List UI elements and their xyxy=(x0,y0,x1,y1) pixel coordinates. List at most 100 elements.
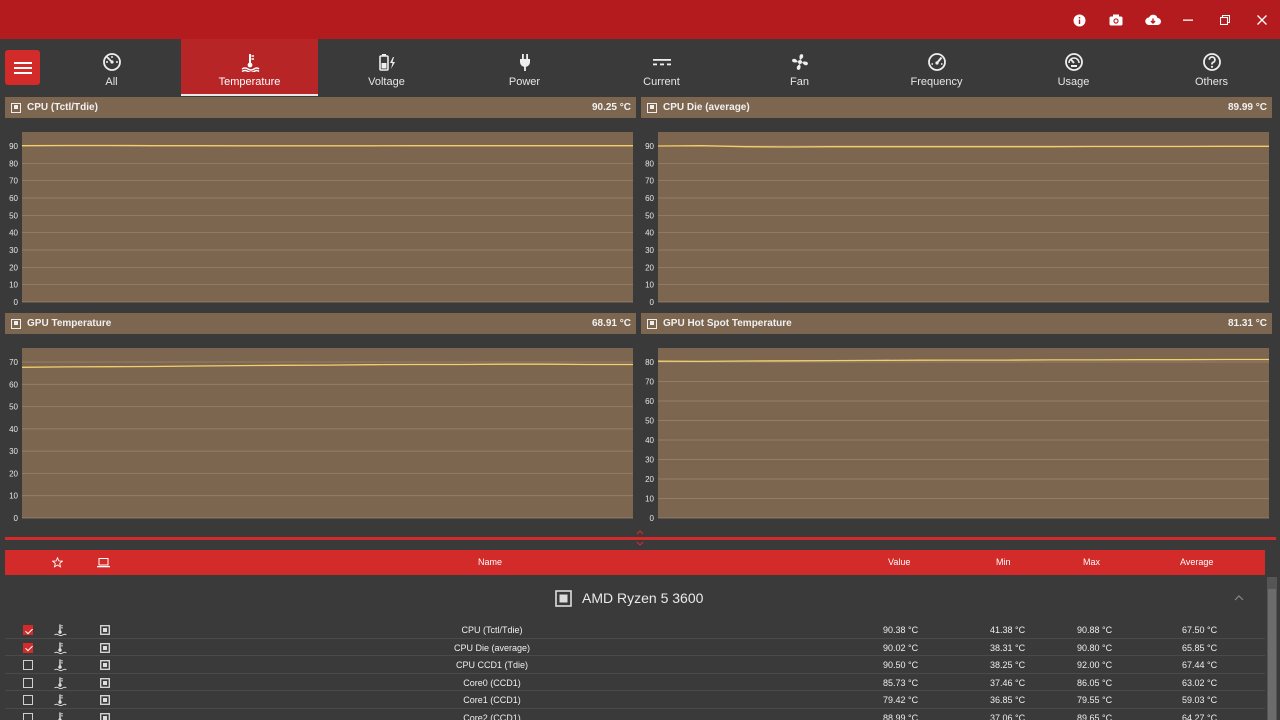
tab-label: All xyxy=(105,76,118,88)
tab-frequency[interactable]: Frequency xyxy=(868,39,1005,96)
sensor-average: 65.85 °C xyxy=(1182,642,1218,653)
plot-area xyxy=(22,132,633,302)
tab-current[interactable]: Current xyxy=(593,39,730,96)
y-tick-label: 50 xyxy=(9,403,18,412)
close-icon xyxy=(1257,15,1267,25)
chart-header: GPU Temperature 68.91 °C xyxy=(5,313,636,334)
y-tick-label: 20 xyxy=(9,263,18,272)
sensor-value: 90.02 °C xyxy=(883,642,919,653)
chip-icon xyxy=(11,102,21,113)
chart-cpu-die: CPU Die (average) 89.99 °C 0 10 20 30 40 50 60… xyxy=(641,97,1272,312)
chart-current-value: 68.91 °C xyxy=(591,318,631,329)
restore-button[interactable] xyxy=(1214,9,1236,31)
column-value[interactable]: Value xyxy=(888,557,910,567)
resize-handle-icon[interactable] xyxy=(636,529,644,547)
sensor-max: 90.88 °C xyxy=(1077,625,1113,635)
sensor-min: 36.85 °C xyxy=(990,695,1026,706)
sensor-value: 79.42 °C xyxy=(883,695,919,706)
chip-icon xyxy=(647,318,657,329)
y-tick-label: 80 xyxy=(645,159,654,168)
plot-area xyxy=(658,348,1269,518)
table-row[interactable]: Core1 (CCD1) 79.42 °C 36.85 °C 79.55 °C 59.0… xyxy=(5,691,1265,709)
y-tick-label: 40 xyxy=(645,436,654,445)
chart-header: GPU Hot Spot Temperature 81.31 °C xyxy=(641,313,1272,334)
sensor-value: 85.73 °C xyxy=(883,677,919,688)
chip-icon xyxy=(11,318,21,329)
tab-fan[interactable]: Fan xyxy=(731,39,868,96)
thermometer-icon xyxy=(240,52,260,72)
sensor-name: CPU Die (average) xyxy=(453,642,531,653)
title-bar xyxy=(0,0,1280,39)
screenshot-button[interactable] xyxy=(1105,9,1127,31)
sensor-average: 59.03 °C xyxy=(1182,695,1218,706)
info-icon xyxy=(1073,14,1085,26)
y-tick-label: 70 xyxy=(645,378,654,387)
y-tick-label: 60 xyxy=(645,194,654,203)
y-tick-label: 50 xyxy=(645,211,654,220)
sensor-value: 88.99 °C xyxy=(883,713,919,720)
sensor-name: Core2 (CCD1) xyxy=(463,713,521,720)
chart-plot: 0 10 20 30 40 50 60 70 80 xyxy=(645,348,1269,523)
current-icon xyxy=(652,52,672,72)
scrollbar-thumb[interactable] xyxy=(1268,589,1276,720)
sensor-value: 90.38 °C xyxy=(883,625,919,635)
y-tick-label: 0 xyxy=(14,298,19,307)
tab-label: Temperature xyxy=(218,76,281,88)
tab-power[interactable]: Power xyxy=(456,39,593,96)
device-group-header[interactable]: AMD Ryzen 5 3600 xyxy=(5,580,1265,618)
y-tick-label: 40 xyxy=(645,229,654,238)
sensor-min: 38.25 °C xyxy=(990,660,1026,671)
y-tick-label: 60 xyxy=(9,380,18,389)
table-scrollbar[interactable] xyxy=(1267,577,1277,720)
restore-icon xyxy=(1220,15,1230,25)
star-icon[interactable] xyxy=(52,557,63,568)
plug-icon xyxy=(515,52,535,72)
chart-gpu-hotspot: GPU Hot Spot Temperature 81.31 °C 0 10 20 3… xyxy=(641,313,1272,528)
column-max[interactable]: Max xyxy=(1083,557,1100,567)
minimize-button[interactable] xyxy=(1177,9,1199,31)
y-tick-label: 20 xyxy=(645,263,654,272)
table-row[interactable]: Core0 (CCD1) 85.73 °C 37.46 °C 86.05 °C 63.0… xyxy=(5,674,1265,692)
sensor-average: 63.02 °C xyxy=(1182,677,1218,688)
battery-bolt-icon xyxy=(377,52,397,72)
chip-icon xyxy=(647,102,657,113)
tab-temperature[interactable]: Temperature xyxy=(181,39,318,96)
table-row[interactable]: CPU (Tctl/Tdie) 90.38 °C 41.38 °C 90.88 °C 6… xyxy=(5,621,1265,639)
laptop-icon[interactable] xyxy=(97,558,110,568)
gauge-icon xyxy=(927,52,947,72)
y-tick-label: 10 xyxy=(9,281,18,290)
sensor-min: 37.06 °C xyxy=(990,713,1026,720)
collapse-chevron-icon[interactable] xyxy=(1234,595,1244,601)
info-button[interactable] xyxy=(1068,9,1090,31)
table-row[interactable]: CPU Die (average) 90.02 °C 38.31 °C 90.80 °… xyxy=(5,639,1265,657)
y-tick-label: 90 xyxy=(9,142,18,151)
y-tick-label: 50 xyxy=(645,417,654,426)
tab-usage[interactable]: Usage xyxy=(1005,39,1142,96)
hamburger-menu-button[interactable] xyxy=(5,50,40,85)
cloud-download-button[interactable] xyxy=(1142,9,1164,31)
chart-header: CPU Die (average) 89.99 °C xyxy=(641,97,1272,118)
plot-area xyxy=(658,132,1269,302)
question-icon xyxy=(1202,52,1222,72)
y-tick-label: 10 xyxy=(645,495,654,504)
sensor-min: 38.31 °C xyxy=(990,642,1026,653)
column-min[interactable]: Min xyxy=(996,557,1011,567)
minimize-icon xyxy=(1183,19,1193,21)
camera-icon xyxy=(1109,14,1123,26)
y-tick-label: 70 xyxy=(9,177,18,186)
chart-plot: 0 10 20 30 40 50 60 70 xyxy=(9,348,633,523)
y-tick-label: 0 xyxy=(14,514,19,523)
chart-current-value: 90.25 °C xyxy=(591,102,631,113)
y-tick-label: 80 xyxy=(9,159,18,168)
chart-plot: 0 10 20 30 40 50 60 70 80 90 xyxy=(645,132,1269,307)
column-average[interactable]: Average xyxy=(1180,557,1213,567)
tab-others[interactable]: Others xyxy=(1143,39,1280,96)
column-name[interactable]: Name xyxy=(478,557,502,567)
table-row[interactable]: Core2 (CCD1) 88.99 °C 37.06 °C 89.65 °C 64.2… xyxy=(5,709,1265,720)
table-row[interactable]: CPU CCD1 (Tdie) 90.50 °C 38.25 °C 92.00 °C 6… xyxy=(5,656,1265,674)
close-button[interactable] xyxy=(1251,9,1273,31)
tab-all[interactable]: All xyxy=(43,39,180,96)
y-tick-label: 40 xyxy=(9,425,18,434)
tab-voltage[interactable]: Voltage xyxy=(318,39,455,96)
chart-current-value: 81.31 °C xyxy=(1227,318,1267,329)
